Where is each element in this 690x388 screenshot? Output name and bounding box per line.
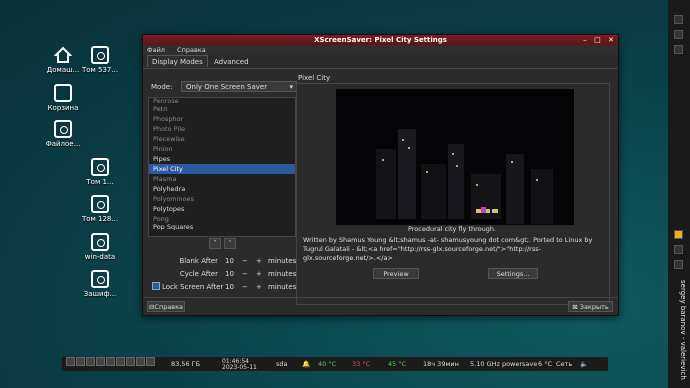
plus-icon[interactable]: + [256, 282, 262, 292]
blank-after-unit: minutes [268, 257, 297, 265]
settings-button[interactable]: Settings... [488, 268, 538, 279]
minimize-icon[interactable]: – [583, 36, 587, 44]
screensaver-description: Procedural city fly through. [407, 225, 497, 233]
close-icon[interactable]: ✕ [608, 36, 614, 44]
user-label[interactable]: sergey baranov - valerievich [679, 280, 687, 380]
tab-display-modes[interactable]: Display Modes [147, 55, 208, 67]
menu-file[interactable]: Файл [147, 46, 165, 54]
file-manager-icon [54, 120, 72, 138]
volume-icon[interactable]: 🔈 [580, 357, 588, 371]
cycle-after-row: Cycle After 10 − + minutes [148, 269, 298, 279]
screensaver-credits: Written by Shamus Young &lt;shamus -at- … [303, 236, 593, 262]
list-nav: ˅ ˄ [209, 238, 239, 249]
drive-icon [91, 195, 109, 213]
uptime: 18ч 39мин [423, 360, 459, 368]
list-item[interactable]: Polytopes [149, 204, 295, 214]
list-item[interactable]: Pop Squares [149, 224, 295, 230]
drive-icon [91, 270, 109, 288]
encrypted-volume-desktop-icon[interactable]: Зашиф... [78, 270, 122, 298]
volume-desktop-icon[interactable]: Том 537... [78, 46, 122, 74]
list-item[interactable]: Polyominoes [149, 194, 295, 204]
chevron-up-icon[interactable]: ˄ [224, 238, 236, 249]
volume-desktop-icon[interactable]: Том 1... [78, 158, 122, 186]
lock-after-row: Lock Screen After 10 − + minutes [148, 282, 298, 292]
screensaver-list[interactable]: Penrose Petri Phosphor Photo Pile Piecew… [148, 97, 296, 237]
mode-select[interactable]: Only One Screen Saver [181, 81, 297, 93]
cycle-after-label: Cycle After [179, 270, 218, 278]
disk-space: 83,56 ГБ [171, 360, 201, 368]
minus-icon[interactable]: − [242, 256, 248, 266]
minus-icon[interactable]: − [242, 282, 248, 292]
volume-desktop-icon[interactable]: win-data [78, 233, 122, 261]
bell-icon[interactable]: 🔔 [302, 357, 310, 371]
menu-help[interactable]: Справка [177, 46, 206, 54]
lock-after-value[interactable]: 10 [225, 282, 234, 292]
plus-icon[interactable]: + [256, 256, 262, 266]
list-item[interactable]: Pinion [149, 144, 295, 154]
mode-row: Mode: Only One Screen Saver [151, 81, 297, 93]
temp-cpu: 40 °C [318, 360, 337, 368]
cycle-after-value[interactable]: 10 [225, 269, 234, 279]
drive-icon [91, 233, 109, 251]
home-icon [53, 46, 73, 64]
help-button[interactable]: ⊟Справка [147, 301, 185, 312]
drive-icon [91, 46, 109, 64]
plus-icon[interactable]: + [256, 269, 262, 279]
tray-icon[interactable] [674, 30, 683, 39]
lock-checkbox[interactable] [152, 282, 160, 290]
menubar: Файл Справка [143, 45, 618, 55]
temp-gpu: 33 °C [352, 360, 371, 368]
weather[interactable]: 6 °C [538, 357, 552, 371]
close-icon: ⊠ [572, 303, 580, 311]
list-item-selected[interactable]: Pixel City [149, 164, 295, 174]
list-item[interactable]: Phosphor [149, 114, 295, 124]
cpu-freq: 5.10 GHz powersave [470, 360, 538, 368]
window-titlebar[interactable]: XScreenSaver: Pixel City Settings – □ ✕ [143, 35, 618, 45]
tray-icon[interactable] [674, 15, 683, 24]
drive-label: sda [276, 360, 288, 368]
tab-bar: Display Modes Advanced [143, 55, 618, 69]
minus-icon[interactable]: − [242, 269, 248, 279]
network[interactable]: Сеть [556, 357, 572, 371]
file-manager-desktop-icon[interactable]: Файлое... [41, 120, 85, 148]
lock-after-label[interactable]: Lock Screen After [162, 283, 223, 291]
tray-icon[interactable] [674, 45, 683, 54]
list-item[interactable]: Pipes [149, 154, 295, 164]
trash-icon [54, 84, 72, 102]
preview-button[interactable]: Preview [373, 268, 419, 279]
list-item[interactable]: Petri [149, 104, 295, 114]
side-panel: sergey baranov - valerievich [668, 0, 690, 388]
blank-after-row: Blank After 10 − + minutes [148, 256, 298, 266]
chevron-down-icon[interactable]: ˅ [209, 238, 221, 249]
drive-icon [91, 158, 109, 176]
preview-screen [336, 89, 574, 225]
lock-after-unit: minutes [268, 283, 297, 291]
blank-after-label: Blank After [179, 257, 218, 265]
maximize-icon[interactable]: □ [594, 36, 601, 44]
trash-desktop-icon[interactable]: Корзина [41, 84, 85, 112]
xscreensaver-settings-window: XScreenSaver: Pixel City Settings – □ ✕ … [142, 34, 619, 316]
tray-icon[interactable] [674, 245, 683, 254]
taskbar: 83,56 ГБ 01:46:54 2023-05-11 sda 🔔 40 °C … [62, 357, 608, 371]
close-button[interactable]: ⊠ Закрыть [568, 301, 613, 312]
tab-advanced[interactable]: Advanced [210, 56, 253, 68]
list-item[interactable]: Plasma [149, 174, 295, 184]
blank-after-value[interactable]: 10 [225, 256, 234, 266]
list-item[interactable]: Piecewise [149, 134, 295, 144]
mode-label: Mode: [151, 83, 173, 91]
temp-disk: 45 °C [388, 360, 407, 368]
list-item[interactable]: Pong [149, 214, 295, 224]
list-item[interactable]: Photo Pile [149, 124, 295, 134]
window-title: XScreenSaver: Pixel City Settings [314, 36, 447, 44]
divider [143, 297, 618, 298]
cycle-after-unit: minutes [268, 270, 297, 278]
tray-icon[interactable] [674, 230, 683, 239]
tray-icon[interactable] [674, 260, 683, 269]
volume-desktop-icon[interactable]: Том 128... [78, 195, 122, 223]
list-item[interactable]: Polyhedra [149, 184, 295, 194]
preview-title: Pixel City [298, 74, 331, 82]
